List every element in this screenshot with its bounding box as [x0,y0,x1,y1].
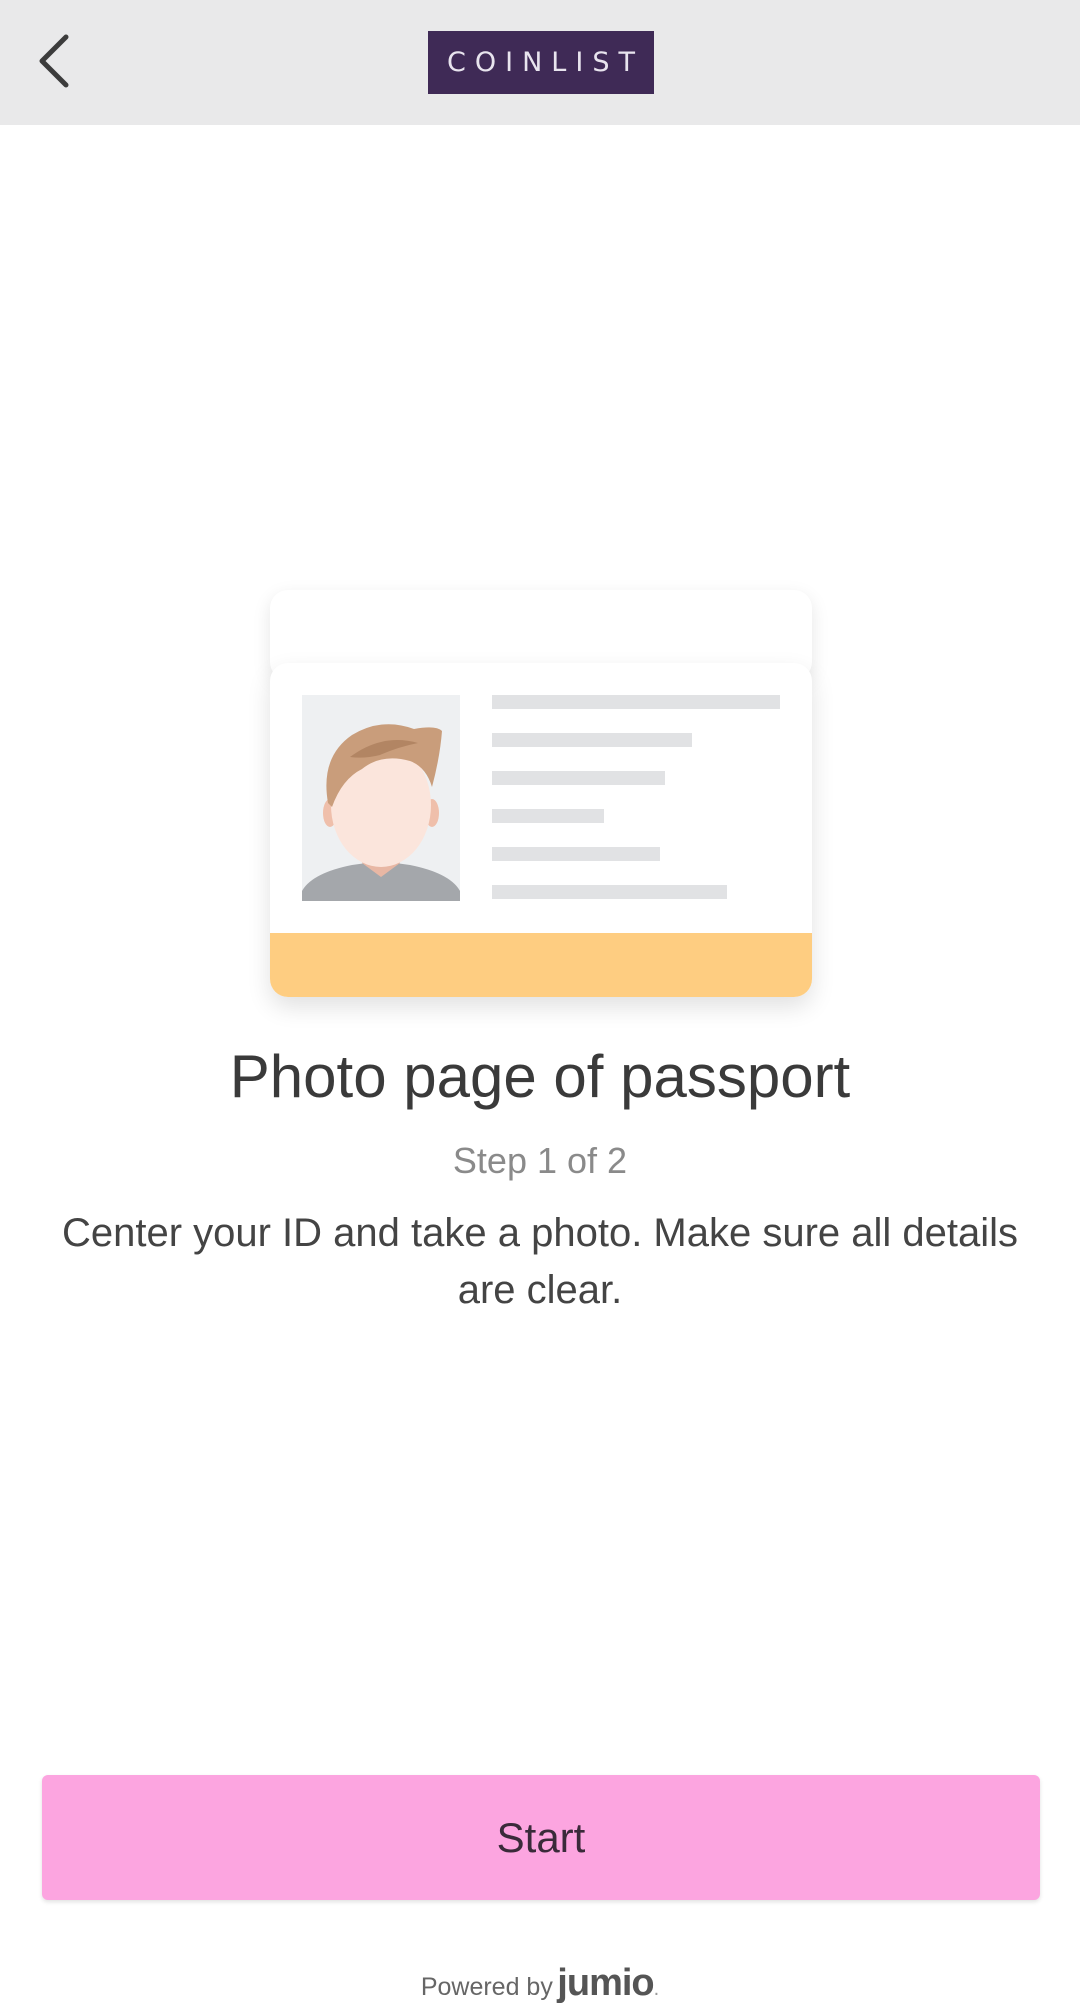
chevron-left-icon [39,34,69,88]
logo-text: COINLIST [447,47,644,78]
powered-by-footer: Powered by jumio. [0,1962,1080,2005]
person-avatar-icon [302,724,460,901]
instructions-text: Center your ID and take a photo. Make su… [61,1211,1019,1312]
text-line [492,809,604,823]
start-button[interactable]: Start [42,1775,1040,1900]
id-capture-screen: COINLIST Photo page of passport Step 1 o… [0,0,1080,2013]
text-line [492,885,727,899]
step-indicator: Step 1 of 2 [452,1140,628,1181]
passport-stripe [270,933,812,997]
passport-illustration [240,540,840,1040]
text-line [492,771,665,785]
coinlist-logo: COINLIST [428,31,654,94]
portrait-photo [302,695,460,901]
start-button-label: Start [496,1813,586,1861]
back-button[interactable] [24,22,84,100]
jumio-logo: jumio [557,1962,654,2004]
passport-photo-page [270,663,812,997]
text-line [492,847,660,861]
text-line [492,695,780,709]
top-bar: COINLIST [0,0,1080,125]
text-line [492,733,692,747]
jumio-logo-dot: . [653,1978,660,2000]
page-title: Photo page of passport [229,1043,851,1110]
powered-by-text: Powered by [420,1973,553,2001]
